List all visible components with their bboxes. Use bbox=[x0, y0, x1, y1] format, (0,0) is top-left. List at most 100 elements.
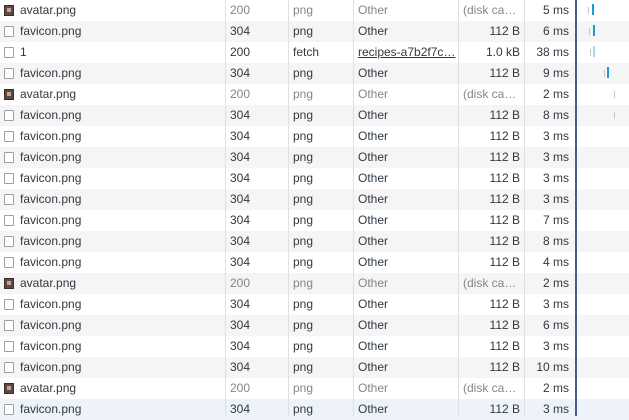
request-name-cell[interactable]: favicon.png bbox=[0, 252, 225, 273]
size-cell: 112 B bbox=[459, 357, 524, 378]
time-cell: 3 ms bbox=[525, 294, 573, 315]
table-row[interactable]: avatar.png 200 png Other (disk ca… 5 ms bbox=[0, 0, 629, 21]
request-name-cell[interactable]: favicon.png bbox=[0, 231, 225, 252]
time-text: 2 ms bbox=[542, 276, 569, 290]
waterfall-cell bbox=[574, 84, 629, 105]
request-name-cell[interactable]: avatar.png bbox=[0, 273, 225, 294]
table-row[interactable]: favicon.png 304 png Other 112 B 3 ms bbox=[0, 189, 629, 210]
initiator-cell: Other bbox=[354, 147, 458, 168]
initiator-text: Other bbox=[358, 192, 389, 206]
status-text: 304 bbox=[230, 171, 251, 185]
request-name-cell[interactable]: favicon.png bbox=[0, 315, 225, 336]
status-text: 200 bbox=[230, 87, 251, 101]
size-cell: 1.0 kB bbox=[459, 42, 524, 63]
type-cell: png bbox=[289, 252, 353, 273]
request-name-cell[interactable]: favicon.png bbox=[0, 147, 225, 168]
initiator-link[interactable]: recipes-a7b2f7c… bbox=[358, 45, 455, 59]
request-name-cell[interactable]: favicon.png bbox=[0, 105, 225, 126]
table-row[interactable]: favicon.png 304 png Other 112 B 9 ms bbox=[0, 63, 629, 84]
waterfall-cell bbox=[574, 42, 629, 63]
request-name-cell[interactable]: favicon.png bbox=[0, 21, 225, 42]
request-name: favicon.png bbox=[20, 171, 82, 185]
table-row[interactable]: favicon.png 304 png Other 112 B 3 ms bbox=[0, 336, 629, 357]
request-name: favicon.png bbox=[20, 318, 82, 332]
size-text: 112 B bbox=[489, 171, 520, 185]
status-text: 304 bbox=[230, 318, 251, 332]
request-name-cell[interactable]: favicon.png bbox=[0, 189, 225, 210]
request-name-cell[interactable]: favicon.png bbox=[0, 126, 225, 147]
table-row[interactable]: favicon.png 304 png Other 112 B 3 ms bbox=[0, 399, 629, 420]
status-text: 200 bbox=[230, 381, 251, 395]
initiator-cell: Other bbox=[354, 126, 458, 147]
size-text: 112 B bbox=[489, 213, 520, 227]
type-cell: png bbox=[289, 147, 353, 168]
waterfall-cell bbox=[574, 189, 629, 210]
request-name: avatar.png bbox=[20, 3, 77, 17]
request-name: 1 bbox=[20, 45, 27, 59]
table-row[interactable]: avatar.png 200 png Other (disk ca… 2 ms bbox=[0, 273, 629, 294]
time-cell: 10 ms bbox=[525, 357, 573, 378]
type-cell: png bbox=[289, 21, 353, 42]
request-name-cell[interactable]: 1 bbox=[0, 42, 225, 63]
type-cell: png bbox=[289, 63, 353, 84]
time-text: 6 ms bbox=[542, 24, 569, 38]
status-text: 304 bbox=[230, 66, 251, 80]
waterfall-cell bbox=[574, 231, 629, 252]
initiator-text: Other bbox=[358, 108, 389, 122]
type-text: png bbox=[293, 381, 314, 395]
table-row[interactable]: favicon.png 304 png Other 112 B 3 ms bbox=[0, 168, 629, 189]
initiator-text: Other bbox=[358, 339, 389, 353]
table-row[interactable]: favicon.png 304 png Other 112 B 3 ms bbox=[0, 126, 629, 147]
table-row[interactable]: avatar.png 200 png Other (disk ca… 2 ms bbox=[0, 84, 629, 105]
table-row[interactable]: favicon.png 304 png Other 112 B 3 ms bbox=[0, 294, 629, 315]
waterfall-cell bbox=[574, 252, 629, 273]
status-cell: 200 bbox=[226, 0, 288, 21]
table-row[interactable]: favicon.png 304 png Other 112 B 3 ms bbox=[0, 147, 629, 168]
file-icon bbox=[4, 341, 14, 352]
size-text: (disk ca… bbox=[463, 87, 517, 101]
size-text: 112 B bbox=[489, 24, 520, 38]
request-name-cell[interactable]: favicon.png bbox=[0, 168, 225, 189]
status-text: 304 bbox=[230, 192, 251, 206]
request-name-cell[interactable]: favicon.png bbox=[0, 357, 225, 378]
request-name: favicon.png bbox=[20, 24, 82, 38]
request-name-cell[interactable]: favicon.png bbox=[0, 294, 225, 315]
waterfall-cell bbox=[574, 315, 629, 336]
table-row[interactable]: favicon.png 304 png Other 112 B 6 ms bbox=[0, 315, 629, 336]
request-name-cell[interactable]: avatar.png bbox=[0, 84, 225, 105]
type-text: fetch bbox=[293, 45, 320, 59]
request-name-cell[interactable]: favicon.png bbox=[0, 210, 225, 231]
request-name: favicon.png bbox=[20, 108, 82, 122]
table-row[interactable]: favicon.png 304 png Other 112 B 8 ms bbox=[0, 105, 629, 126]
table-row[interactable]: favicon.png 304 png Other 112 B 6 ms bbox=[0, 21, 629, 42]
request-name-cell[interactable]: favicon.png bbox=[0, 63, 225, 84]
table-row[interactable]: favicon.png 304 png Other 112 B 8 ms bbox=[0, 231, 629, 252]
table-row[interactable]: favicon.png 304 png Other 112 B 7 ms bbox=[0, 210, 629, 231]
request-name: favicon.png bbox=[20, 339, 82, 353]
status-cell: 200 bbox=[226, 42, 288, 63]
initiator-text: Other bbox=[358, 87, 389, 101]
table-row[interactable]: avatar.png 200 png Other (disk ca… 2 ms bbox=[0, 378, 629, 399]
request-name-cell[interactable]: favicon.png bbox=[0, 399, 225, 420]
size-cell: 112 B bbox=[459, 231, 524, 252]
table-row[interactable]: favicon.png 304 png Other 112 B 10 ms bbox=[0, 357, 629, 378]
size-cell: 112 B bbox=[459, 168, 524, 189]
table-row[interactable]: favicon.png 304 png Other 112 B 4 ms bbox=[0, 252, 629, 273]
status-cell: 200 bbox=[226, 378, 288, 399]
time-cell: 7 ms bbox=[525, 210, 573, 231]
initiator-cell: Other bbox=[354, 168, 458, 189]
request-name-cell[interactable]: avatar.png bbox=[0, 0, 225, 21]
table-row[interactable]: 1 200 fetch recipes-a7b2f7c… 1.0 kB 38 ms bbox=[0, 42, 629, 63]
avatar-image-icon bbox=[4, 89, 14, 100]
size-cell: (disk ca… bbox=[459, 0, 524, 21]
status-text: 304 bbox=[230, 297, 251, 311]
size-text: 112 B bbox=[489, 318, 520, 332]
request-name: favicon.png bbox=[20, 150, 82, 164]
type-cell: png bbox=[289, 357, 353, 378]
size-text: 112 B bbox=[489, 150, 520, 164]
size-text: 112 B bbox=[489, 360, 520, 374]
request-name-cell[interactable]: favicon.png bbox=[0, 336, 225, 357]
file-icon bbox=[4, 194, 14, 205]
initiator-cell: Other bbox=[354, 0, 458, 21]
request-name-cell[interactable]: avatar.png bbox=[0, 378, 225, 399]
